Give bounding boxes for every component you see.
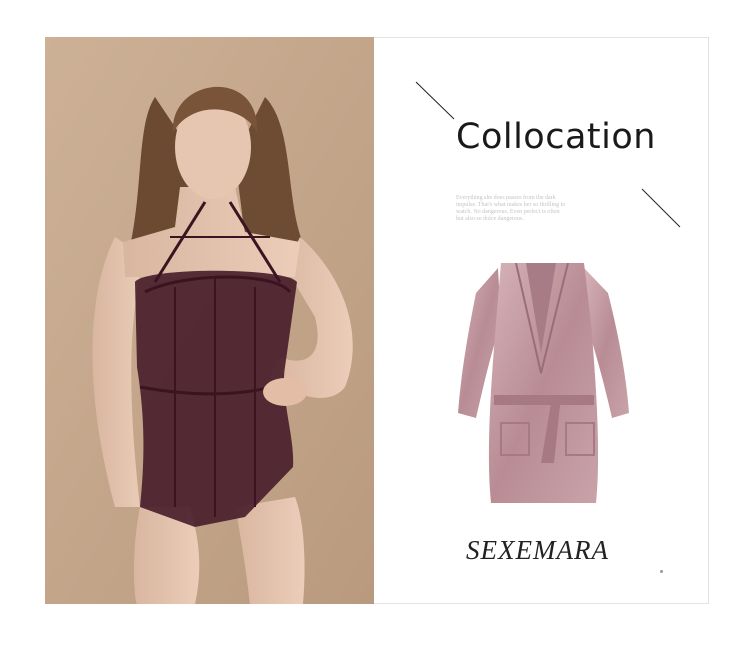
robe-image [458,263,629,503]
collocation-panel: Collocation Everything she does passes f… [374,37,709,604]
brand-name: SEXEMARA [466,535,609,565]
section-title: Collocation [456,117,656,157]
corner-dot [660,570,663,573]
model-photo [45,37,374,604]
model-illustration [45,37,374,604]
description-text: Everything she does passes from the dark… [456,195,566,222]
